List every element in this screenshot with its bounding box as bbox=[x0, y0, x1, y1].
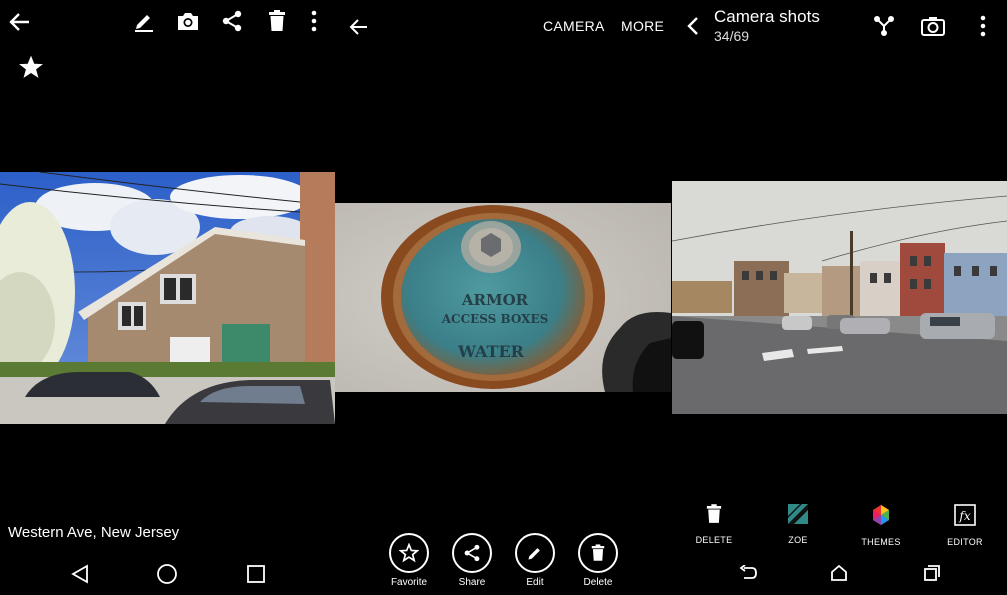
delete-button[interactable]: Delete bbox=[568, 533, 628, 588]
nav-recents-icon[interactable] bbox=[920, 560, 944, 586]
photo-counter: 34/69 bbox=[714, 28, 750, 44]
more-button[interactable]: MORE bbox=[621, 18, 664, 34]
photo-viewer-panel-3: Camera shots 34/69 DELETE ZOE THEMES fx … bbox=[671, 0, 1007, 595]
share-icon[interactable] bbox=[220, 9, 244, 33]
edit-label: Edit bbox=[526, 577, 544, 588]
manhole-cover-photo[interactable]: ARMOR ACCESS BOXES WATER bbox=[335, 203, 671, 392]
svg-text:fx: fx bbox=[958, 509, 970, 523]
star-outline-icon bbox=[389, 533, 429, 573]
cover-text-access: ACCESS BOXES bbox=[441, 312, 549, 326]
zoe-icon bbox=[788, 504, 808, 529]
zoe-tool-label: ZOE bbox=[788, 535, 808, 545]
location-label: Western Ave, New Jersey bbox=[8, 524, 180, 541]
back-arrow-icon[interactable] bbox=[8, 10, 32, 34]
share-connect-icon[interactable] bbox=[871, 13, 897, 39]
cover-text-water: WATER bbox=[457, 342, 525, 361]
nav-home-icon[interactable] bbox=[827, 560, 851, 586]
editor-tool-label: EDITOR bbox=[947, 537, 983, 547]
nav-back-icon[interactable] bbox=[68, 560, 92, 588]
photo-viewer-panel-1: Western Ave, New Jersey bbox=[0, 0, 335, 595]
album-title: Camera shots bbox=[714, 7, 820, 26]
favorite-label: Favorite bbox=[390, 577, 428, 588]
delete-label: Delete bbox=[583, 577, 613, 588]
share-icon bbox=[452, 533, 492, 573]
house-street-photo[interactable] bbox=[0, 172, 335, 424]
editor-tool-button[interactable]: fx EDITOR bbox=[930, 504, 1000, 547]
themes-icon bbox=[870, 504, 892, 531]
trash-icon[interactable] bbox=[265, 9, 289, 33]
nav-recents-icon[interactable] bbox=[244, 560, 268, 588]
photo-viewer-panel-2: CAMERA MORE ARMOR ACCESS BOXES WATER Fav… bbox=[335, 0, 671, 595]
nav-back-icon[interactable] bbox=[736, 560, 760, 586]
themes-tool-label: THEMES bbox=[861, 537, 901, 547]
delete-tool-label: DELETE bbox=[695, 535, 733, 545]
camera-icon[interactable] bbox=[175, 9, 201, 33]
fx-editor-icon: fx bbox=[954, 504, 976, 531]
edit-button[interactable]: Edit bbox=[505, 533, 565, 588]
trash-icon bbox=[706, 504, 722, 529]
delete-tool-button[interactable]: DELETE bbox=[679, 504, 749, 545]
favorite-button[interactable]: Favorite bbox=[379, 533, 439, 588]
cover-text-armor: ARMOR bbox=[461, 291, 529, 309]
trash-icon bbox=[578, 533, 618, 573]
overflow-menu-icon[interactable] bbox=[302, 9, 326, 33]
zoe-tool-button[interactable]: ZOE bbox=[763, 504, 833, 545]
edit-pencil-icon[interactable] bbox=[132, 9, 156, 33]
themes-tool-button[interactable]: THEMES bbox=[846, 504, 916, 547]
edit-pencil-icon bbox=[515, 533, 555, 573]
share-label: Share bbox=[458, 577, 486, 588]
camera-button[interactable]: CAMERA bbox=[543, 18, 605, 34]
street-scene-photo[interactable] bbox=[672, 181, 1007, 414]
share-button[interactable]: Share bbox=[442, 533, 502, 588]
nav-home-icon[interactable] bbox=[155, 560, 179, 588]
overflow-menu-icon[interactable] bbox=[971, 13, 995, 39]
chevron-left-icon[interactable] bbox=[683, 14, 703, 38]
star-icon[interactable] bbox=[18, 54, 44, 80]
camera-icon[interactable] bbox=[920, 13, 946, 39]
back-arrow-icon[interactable] bbox=[347, 15, 371, 39]
